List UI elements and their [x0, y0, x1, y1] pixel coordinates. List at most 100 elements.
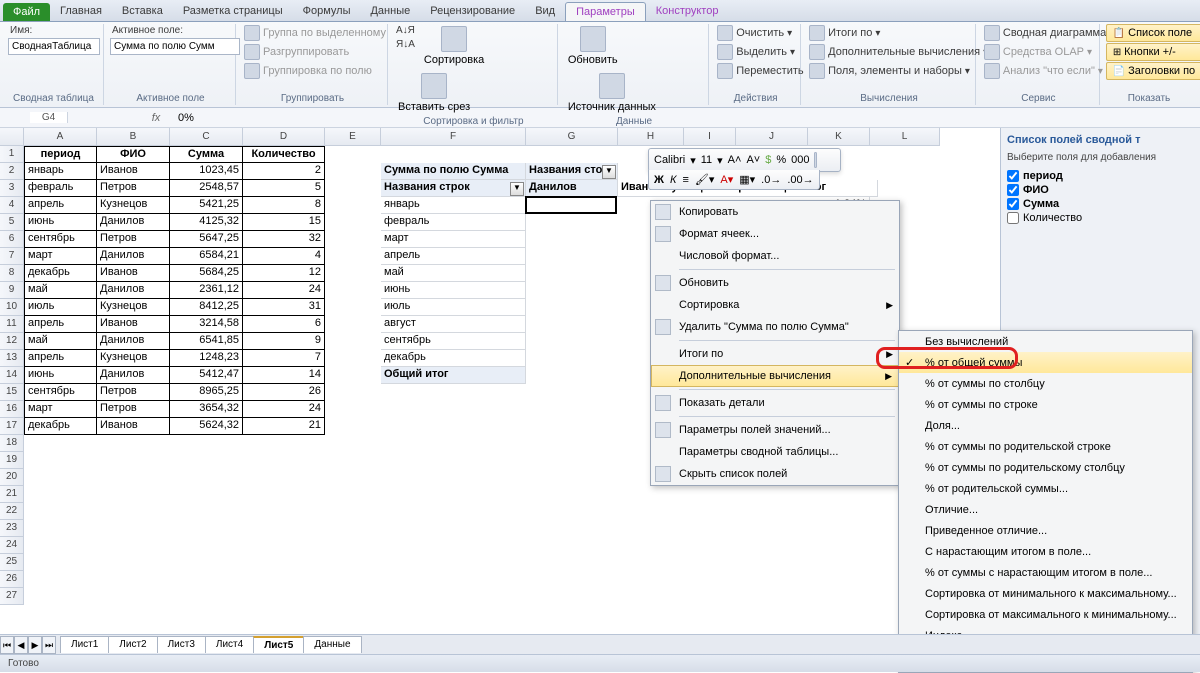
font-color-icon[interactable]: A▾: [720, 173, 733, 186]
col-header[interactable]: J: [736, 128, 808, 146]
cell[interactable]: декабрь: [381, 350, 526, 367]
cell[interactable]: март: [24, 248, 97, 265]
cell[interactable]: август: [381, 316, 526, 333]
slicer-button[interactable]: Вставить срез: [394, 71, 474, 115]
tab-1[interactable]: Вставка: [112, 2, 173, 21]
cell[interactable]: 32: [243, 231, 325, 248]
cell[interactable]: январь: [381, 197, 526, 214]
col-header[interactable]: A: [24, 128, 97, 146]
sort-button[interactable]: Сортировка: [420, 24, 488, 68]
dropdown-icon[interactable]: ▼: [510, 182, 524, 196]
submenu-item[interactable]: Без вычислений: [899, 331, 1192, 352]
cell[interactable]: апрель: [24, 350, 97, 367]
submenu-item[interactable]: % от суммы по строке: [899, 394, 1192, 415]
cell[interactable]: 24: [243, 401, 325, 418]
field-list[interactable]: 📋 Список поле: [1106, 24, 1200, 42]
submenu-item[interactable]: % от суммы по родительской строке: [899, 436, 1192, 457]
row-header[interactable]: 3: [0, 180, 24, 197]
bold-icon[interactable]: Ж: [654, 174, 664, 186]
sheet-tab[interactable]: Лист3: [157, 636, 206, 653]
cell[interactable]: 6584,21: [170, 248, 243, 265]
row-header[interactable]: 19: [0, 452, 24, 469]
sort-az[interactable]: А↓Я: [394, 24, 417, 37]
field-checkbox[interactable]: [1007, 184, 1019, 196]
row-header[interactable]: 21: [0, 486, 24, 503]
col-header[interactable]: C: [170, 128, 243, 146]
tab-6[interactable]: Вид: [525, 2, 565, 21]
cell[interactable]: 3214,58: [170, 316, 243, 333]
cell[interactable]: июнь: [381, 282, 526, 299]
row-header[interactable]: 7: [0, 248, 24, 265]
fx-icon[interactable]: fx: [138, 112, 174, 124]
cell[interactable]: Иванов: [97, 265, 170, 282]
totals[interactable]: Итоги по ▾: [807, 24, 990, 42]
fields-items[interactable]: Поля, элементы и наборы ▾: [807, 62, 990, 80]
row-header[interactable]: 18: [0, 435, 24, 452]
tab-0[interactable]: Главная: [50, 2, 112, 21]
cell[interactable]: Петров: [97, 180, 170, 197]
cell[interactable]: 5: [243, 180, 325, 197]
menu-item[interactable]: Сортировка▶: [651, 294, 899, 316]
col-header[interactable]: L: [870, 128, 940, 146]
dec-dec-icon[interactable]: .00→: [787, 174, 813, 186]
menu-item[interactable]: Параметры сводной таблицы...: [651, 441, 899, 463]
percent-icon[interactable]: %: [776, 154, 786, 166]
col-header[interactable]: D: [243, 128, 325, 146]
tab-4[interactable]: Данные: [360, 2, 420, 21]
field-checkbox[interactable]: [1007, 212, 1019, 224]
buttons-pm[interactable]: ⊞ Кнопки +/-: [1106, 43, 1200, 61]
submenu-item[interactable]: Доля...: [899, 415, 1192, 436]
name-box[interactable]: G4: [30, 112, 68, 123]
menu-item[interactable]: Параметры полей значений...: [651, 419, 899, 441]
extra-calc[interactable]: Дополнительные вычисления ▾: [807, 43, 990, 61]
cell[interactable]: 1023,45: [170, 163, 243, 180]
tab-8[interactable]: Конструктор: [646, 2, 729, 21]
field-item[interactable]: Количество: [1007, 211, 1194, 225]
sheet-tab[interactable]: Данные: [303, 636, 361, 653]
cell[interactable]: сентябрь: [24, 231, 97, 248]
cell[interactable]: март: [24, 401, 97, 418]
cell[interactable]: декабрь: [24, 418, 97, 435]
cell[interactable]: Общий итог: [381, 367, 526, 384]
cell[interactable]: Данилов: [97, 282, 170, 299]
cell[interactable]: Данилов: [97, 214, 170, 231]
font-name[interactable]: Calibri: [654, 154, 685, 166]
row-header[interactable]: 6: [0, 231, 24, 248]
cell[interactable]: Кузнецов: [97, 350, 170, 367]
tab-3[interactable]: Формулы: [293, 2, 361, 21]
comma-icon[interactable]: 000: [791, 154, 809, 166]
col-header[interactable]: E: [325, 128, 381, 146]
select-all-corner[interactable]: [0, 128, 24, 146]
cell[interactable]: сентябрь: [381, 333, 526, 350]
submenu-item[interactable]: Сортировка от минимального к максимально…: [899, 583, 1192, 604]
row-header[interactable]: 5: [0, 214, 24, 231]
row-header[interactable]: 26: [0, 571, 24, 588]
cell[interactable]: 4: [243, 248, 325, 265]
col-header[interactable]: F: [381, 128, 526, 146]
cell[interactable]: июль: [24, 299, 97, 316]
row-header[interactable]: 8: [0, 265, 24, 282]
cell[interactable]: апрель: [24, 197, 97, 214]
cell[interactable]: Петров: [97, 401, 170, 418]
sheet-tab[interactable]: Лист2: [108, 636, 157, 653]
cell[interactable]: 26: [243, 384, 325, 401]
submenu-item[interactable]: С нарастающим итогом в поле...: [899, 541, 1192, 562]
shrink-font-icon[interactable]: A˅: [746, 154, 760, 166]
formula-input[interactable]: 0%: [174, 112, 1200, 124]
cell[interactable]: 5412,47: [170, 367, 243, 384]
row-header[interactable]: 11: [0, 316, 24, 333]
cell[interactable]: март: [381, 231, 526, 248]
submenu-item[interactable]: Сортировка от максимального к минимально…: [899, 604, 1192, 625]
currency-icon[interactable]: $: [765, 154, 771, 166]
tab-5[interactable]: Рецензирование: [420, 2, 525, 21]
col-header[interactable]: H: [618, 128, 684, 146]
row-header[interactable]: 20: [0, 469, 24, 486]
clear[interactable]: Очистить ▾: [715, 24, 805, 42]
sort-za[interactable]: Я↓А: [394, 38, 417, 51]
cell[interactable]: май: [24, 282, 97, 299]
menu-item[interactable]: Итоги по▶: [651, 343, 899, 365]
cell[interactable]: февраль: [381, 214, 526, 231]
select[interactable]: Выделить ▾: [715, 43, 805, 61]
field-item[interactable]: Сумма: [1007, 197, 1194, 211]
cell[interactable]: 31: [243, 299, 325, 316]
